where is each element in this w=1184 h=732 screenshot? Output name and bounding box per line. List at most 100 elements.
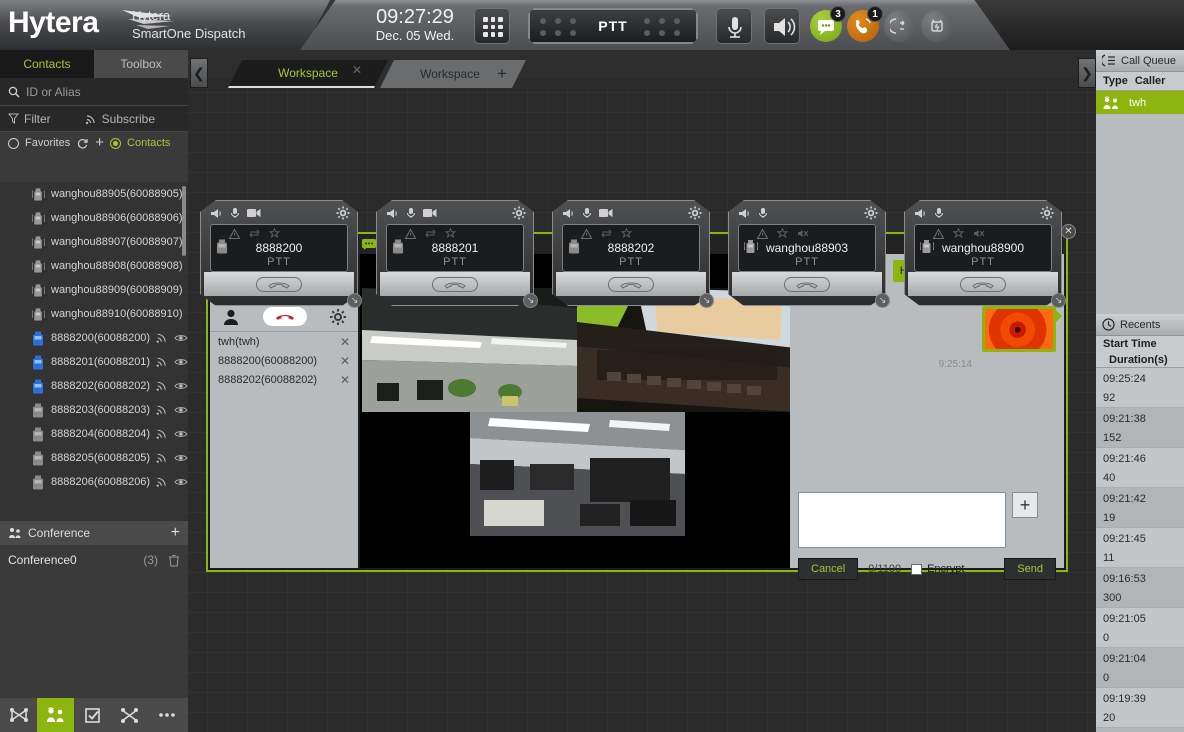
trash-icon[interactable] [168,554,180,567]
device-panel[interactable]: 8888201PTT↘ [376,200,534,306]
gear-icon[interactable] [688,206,702,220]
subscribe-button[interactable]: Subscribe [77,112,155,126]
contact-row[interactable]: 8888205(60088205) [0,446,188,470]
participant-row[interactable]: 8888202(60088202)✕ [210,370,358,389]
contact-row[interactable]: wanghou88907(60088907) [0,230,188,254]
participant-row[interactable]: twh(twh)✕ [210,332,358,351]
recent-call-row[interactable]: 09:21:050 [1096,608,1184,648]
add-conference-button[interactable]: + [171,524,180,542]
device-panel[interactable]: 8888200PTT↘ [200,200,358,306]
eye-icon[interactable] [174,333,188,343]
device-hangup-button[interactable] [960,277,1006,292]
contact-row[interactable]: 8888200(60088200) [0,326,188,350]
collapse-left-button[interactable]: ❮ [190,58,208,88]
keypad-button[interactable] [474,8,510,44]
microphone-icon[interactable] [934,207,944,219]
device-panel[interactable]: wanghou88903PTT↘ [728,200,886,306]
gear-icon[interactable] [512,206,526,220]
device-panel[interactable]: wanghou88900PTT↘ [904,200,1062,306]
ptt-button[interactable]: PTT [528,8,698,44]
cancel-button[interactable]: Cancel [798,558,858,580]
eye-icon[interactable] [174,357,188,367]
eye-icon[interactable] [174,429,188,439]
remove-participant-icon[interactable]: ✕ [340,373,350,387]
add-contact-button[interactable]: + [95,138,104,148]
send-button[interactable]: Send [1004,558,1056,580]
device-resize-handle[interactable]: ↘ [1051,293,1066,308]
contact-row[interactable]: wanghou88905(60088905) [0,182,188,206]
device-hangup-button[interactable] [256,277,302,292]
subscribe-icon[interactable] [156,476,168,488]
recents-list[interactable]: 09:25:249209:21:3815209:21:464009:21:421… [1096,368,1184,732]
video-icon[interactable] [599,208,613,218]
recent-call-row[interactable]: 09:16:53300 [1096,568,1184,608]
video-icon[interactable] [247,208,261,218]
contacts-list[interactable]: wanghou88905(60088905) wanghou88906(6008… [0,182,188,521]
microphone-button[interactable] [716,8,752,44]
search-bar[interactable]: ID or Alias [0,78,188,106]
recent-call-row[interactable]: 09:21:040 [1096,648,1184,688]
eye-icon[interactable] [174,477,188,487]
video-feed-3[interactable] [470,412,685,536]
collapse-right-button[interactable]: ❯ [1078,58,1096,88]
gear-icon[interactable] [1040,206,1054,220]
contact-row[interactable]: 8888201(60088201) [0,350,188,374]
close-conference-window-button[interactable]: ✕ [1061,224,1076,239]
contacts-scrollbar[interactable] [182,186,186,256]
video-feed-1[interactable] [362,288,577,412]
video-icon[interactable] [423,208,437,218]
messages-button[interactable]: 3 [810,10,842,42]
speaker-icon[interactable] [386,208,399,219]
tab-workspace-1[interactable]: Workspace ✕ [228,60,388,88]
recent-call-row[interactable]: 09:19:3920 [1096,688,1184,728]
device-hangup-button[interactable] [784,277,830,292]
favorites-radio[interactable] [8,138,19,149]
message-input[interactable] [798,492,1006,548]
attach-button[interactable]: + [1012,492,1038,518]
remove-participant-icon[interactable]: ✕ [340,335,350,349]
conference-view-button[interactable] [37,698,74,732]
subscribe-icon[interactable] [156,452,168,464]
subscribe-icon[interactable] [156,332,168,344]
speaker-button[interactable] [764,8,800,44]
eye-icon[interactable] [174,405,188,415]
device-resize-handle[interactable]: ↘ [875,293,890,308]
gear-icon[interactable] [329,308,347,326]
alarm-button[interactable] [921,10,953,42]
callback-button[interactable] [884,10,916,42]
encrypt-checkbox[interactable]: Encrypt [911,563,964,575]
microphone-icon[interactable] [758,207,768,219]
eye-icon[interactable] [174,381,188,391]
contact-row[interactable]: wanghou88906(60088906) [0,206,188,230]
recent-call-row[interactable]: 09:21:4219 [1096,488,1184,528]
device-hangup-button[interactable] [432,277,478,292]
chat-message-image[interactable] [982,306,1056,352]
remove-participant-icon[interactable]: ✕ [340,354,350,368]
person-icon[interactable] [221,307,241,327]
subscribe-icon[interactable] [156,380,168,392]
participant-row[interactable]: 8888200(60088200)✕ [210,351,358,370]
contact-row[interactable]: 8888202(60088202) [0,374,188,398]
hangup-button[interactable] [263,307,307,326]
recent-call-row[interactable]: 09:21:4511 [1096,528,1184,568]
speaker-icon[interactable] [738,208,751,219]
contact-row[interactable]: 8888206(60088206) [0,470,188,494]
microphone-icon[interactable] [406,207,416,219]
contacts-radio[interactable] [110,138,121,149]
gear-icon[interactable] [336,206,350,220]
recent-call-row[interactable]: 09:19:2925 [1096,728,1184,732]
eye-icon[interactable] [174,453,188,463]
network-button[interactable] [0,698,37,732]
filter-button[interactable]: Filter [0,112,51,126]
device-hangup-button[interactable] [608,277,654,292]
recent-call-row[interactable]: 09:21:4640 [1096,448,1184,488]
close-icon[interactable]: ✕ [352,63,362,77]
subscribe-icon[interactable] [156,428,168,440]
tab-toolbox[interactable]: Toolbox [94,50,188,78]
calls-button[interactable]: 1 [847,10,879,42]
speaker-icon[interactable] [210,208,223,219]
call-queue-row[interactable]: twh [1096,91,1184,114]
microphone-icon[interactable] [582,207,592,219]
more-button[interactable] [148,698,185,732]
recent-call-row[interactable]: 09:21:38152 [1096,408,1184,448]
